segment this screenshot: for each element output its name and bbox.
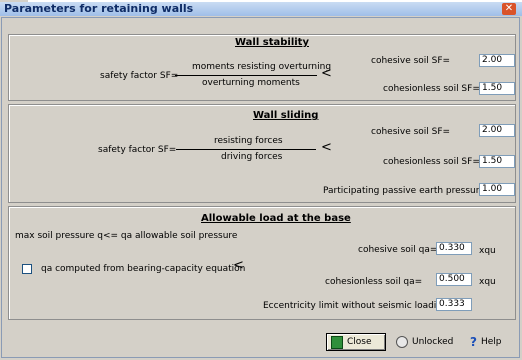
sliding-fraction-line xyxy=(176,149,316,150)
stability-cohesive-input[interactable]: 2.00 xyxy=(479,54,515,67)
help-icon: ? xyxy=(470,335,477,349)
stability-numerator: moments resisting overturning xyxy=(192,62,332,72)
wall-stability-panel: Wall stability safety factor SF= moments… xyxy=(8,34,516,101)
allowable-cohesionless-label: cohesionless soil qa= xyxy=(325,277,423,287)
allowable-cohesionless-input[interactable]: 0.500 xyxy=(436,273,472,286)
sliding-cohesive-label: cohesive soil SF= xyxy=(371,127,451,137)
eccentricity-label: Eccentricity limit without seismic loadi… xyxy=(263,301,448,311)
max-soil-pressure-label: max soil pressure q<= qa allowable soil … xyxy=(15,231,238,241)
allowable-cohesionless-unit: xqu xyxy=(479,277,496,287)
sliding-arrow-icon: < xyxy=(321,140,332,155)
sliding-denominator: driving forces xyxy=(221,152,283,162)
stability-cohesionless-label: cohesionless soil SF= xyxy=(383,84,480,94)
bearing-capacity-checkbox[interactable] xyxy=(22,264,32,274)
help-button-label: Help xyxy=(480,337,502,347)
help-button[interactable]: ? Help xyxy=(466,333,516,351)
passive-pressure-input[interactable]: 1.00 xyxy=(479,183,515,196)
allowable-cohesive-input[interactable]: 0.330 xyxy=(436,242,472,255)
sliding-numerator: resisting forces xyxy=(214,136,283,146)
stability-fraction-line xyxy=(175,75,317,76)
allowable-load-panel: Allowable load at the base max soil pres… xyxy=(8,206,516,320)
allowable-arrow-icon: < xyxy=(233,258,244,273)
unlocked-button[interactable]: Unlocked xyxy=(392,333,458,351)
wall-sliding-heading: Wall sliding xyxy=(253,110,319,121)
passive-pressure-label: Participating passive earth pressure xyxy=(323,186,485,196)
wall-sliding-panel: Wall sliding safety factor SF= resisting… xyxy=(8,104,516,203)
sliding-sf-label: safety factor SF= xyxy=(98,145,177,155)
title-bar[interactable]: Parameters for retaining walls ✕ xyxy=(0,2,522,16)
close-window-x-icon[interactable]: ✕ xyxy=(502,3,516,15)
allowable-load-heading: Allowable load at the base xyxy=(201,213,351,224)
stability-denominator: overturning moments xyxy=(202,78,300,88)
bearing-capacity-checkbox-label: qa computed from bearing-capacity equati… xyxy=(41,264,246,274)
stability-cohesionless-input[interactable]: 1.50 xyxy=(479,82,515,95)
eccentricity-input[interactable]: 0.333 xyxy=(436,298,472,311)
sliding-cohesionless-label: cohesionless soil SF= xyxy=(383,157,480,167)
stability-arrow-icon: < xyxy=(321,66,332,81)
close-button[interactable]: Close xyxy=(326,333,386,351)
door-exit-icon xyxy=(331,335,343,349)
wall-stability-heading: Wall stability xyxy=(235,37,309,48)
allowable-cohesive-unit: xqu xyxy=(479,246,496,256)
sliding-cohesionless-input[interactable]: 1.50 xyxy=(479,155,515,168)
sliding-cohesive-input[interactable]: 2.00 xyxy=(479,124,515,137)
stability-cohesive-label: cohesive soil SF= xyxy=(371,56,451,66)
window-title: Parameters for retaining walls xyxy=(4,2,194,15)
close-button-label: Close xyxy=(347,337,372,347)
stability-sf-label: safety factor SF= xyxy=(100,71,179,81)
allowable-cohesive-label: cohesive soil qa= xyxy=(358,245,438,255)
unlocked-button-label: Unlocked xyxy=(412,337,454,347)
lock-icon xyxy=(396,336,408,348)
